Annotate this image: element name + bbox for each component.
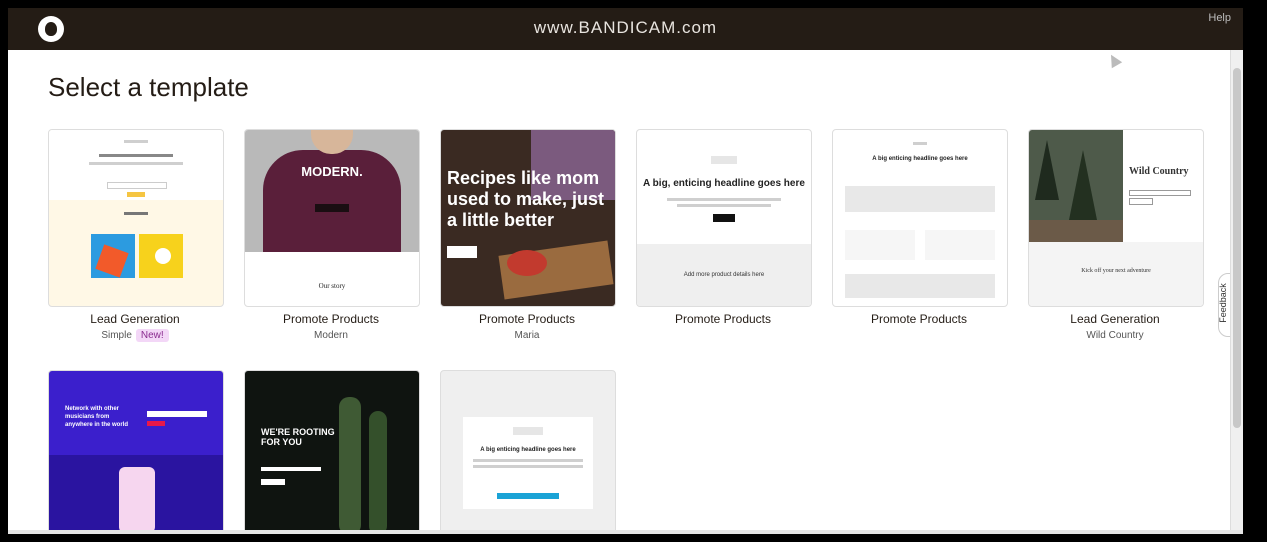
template-title: Promote Products	[282, 312, 380, 326]
scrollbar-thumb[interactable]	[1233, 68, 1241, 428]
template-card-promote-products-headline[interactable]: A big, enticing headline goes here Add m…	[636, 129, 812, 307]
preview-text-bar	[667, 198, 781, 201]
bandicam-watermark: www.BANDICAM.com	[533, 18, 718, 37]
template-card-promote-products-maria[interactable]: Recipes like mom used to make, just a li…	[440, 129, 616, 307]
preview-phone	[119, 467, 155, 533]
preview-button	[147, 421, 165, 426]
template-title: Lead Generation	[1070, 312, 1160, 326]
preview-image-right	[139, 234, 183, 278]
preview-button	[127, 192, 145, 197]
template-title: Promote Products	[674, 312, 772, 326]
preview-footer-block	[845, 274, 995, 298]
preview-input	[1129, 190, 1191, 196]
preview-forest-photo	[1029, 130, 1123, 242]
preview-content-box: A big enticing headline goes here	[463, 417, 593, 509]
preview-button	[1129, 198, 1153, 205]
preview-text-bar	[473, 459, 583, 462]
template-card-promote-products-grid[interactable]: A big enticing headline goes here	[832, 129, 1008, 307]
preview-shop-button	[315, 204, 349, 212]
template-card-lead-generation-wild-country[interactable]: Wild Country Kick off your next adventur…	[1028, 129, 1204, 307]
preview-button	[497, 493, 559, 499]
preview-button	[261, 479, 285, 485]
preview-button	[447, 246, 477, 258]
scrollbar[interactable]	[1230, 50, 1243, 534]
page-title: Select a template	[48, 72, 249, 102]
preview-bottom-section	[1029, 242, 1203, 306]
template-card-rooting-for-you[interactable]: WE'RE ROOTING FOR YOU	[244, 370, 420, 534]
preview-cactus	[339, 397, 361, 534]
preview-product-right	[925, 230, 995, 260]
preview-image	[845, 186, 995, 212]
template-title: Lead Generation	[90, 312, 180, 326]
top-bar: www.BANDICAM.com Help	[8, 8, 1243, 50]
template-card-lead-generation-simple[interactable]	[48, 129, 224, 307]
preview-text-bar	[677, 204, 771, 207]
template-subtitle: Maria	[514, 330, 540, 341]
preview-heading: A big enticing headline goes here	[480, 447, 576, 453]
preview-heading: A big enticing headline goes here	[872, 156, 968, 162]
preview-heading: MODERN.	[301, 164, 363, 179]
new-badge: New!	[135, 329, 169, 342]
mouse-cursor-icon	[1105, 51, 1123, 69]
preview-logo-bar	[711, 156, 737, 164]
preview-cactus-2	[369, 411, 387, 534]
preview-footer: Kick off your next adventure	[1081, 268, 1151, 274]
template-title: Promote Products	[478, 312, 576, 326]
template-subtitle: Wild Country	[1086, 330, 1144, 341]
preview-photo	[245, 130, 419, 252]
template-card-headline-blue-button[interactable]: A big enticing headline goes here	[440, 370, 616, 534]
template-subtitle: Simple New!	[48, 329, 222, 342]
preview-text-bar	[473, 465, 583, 468]
preview-product-left	[845, 230, 915, 260]
preview-footer: Our story	[318, 282, 346, 290]
preview-logo-bar	[124, 140, 148, 143]
preview-heading-bar	[99, 154, 173, 157]
horizontal-scrollbar	[8, 530, 1243, 534]
preview-image-left	[91, 234, 135, 278]
app-window: www.BANDICAM.com Help Select a template …	[8, 8, 1243, 534]
preview-bowl	[507, 250, 547, 276]
preview-logo-bar	[913, 142, 927, 145]
preview-subheading	[124, 212, 148, 215]
subtitle-text: Simple	[101, 330, 132, 341]
template-subtitle: Modern	[314, 330, 348, 341]
help-link[interactable]: Help	[1208, 12, 1231, 24]
preview-heading: Wild Country	[1129, 166, 1189, 177]
preview-button	[713, 214, 735, 222]
preview-input	[107, 182, 167, 189]
template-card-musicians[interactable]: Network with other musicians from anywhe…	[48, 370, 224, 534]
preview-input	[147, 411, 207, 417]
preview-heading: A big, enticing headline goes here	[643, 178, 805, 189]
preview-logo-bar	[513, 427, 543, 435]
feedback-label: Feedback	[1217, 283, 1228, 323]
template-card-promote-products-modern[interactable]: MODERN. Our story	[244, 129, 420, 307]
preview-heading: Network with other musicians from anywhe…	[65, 406, 129, 428]
preview-heading: Recipes like mom used to make, just a li…	[447, 168, 605, 230]
preview-input	[261, 467, 321, 471]
template-title: Promote Products	[870, 312, 968, 326]
preview-heading: WE'RE ROOTING FOR YOU	[261, 427, 335, 447]
preview-text-bar	[89, 162, 183, 165]
preview-footer: Add more product details here	[683, 272, 765, 278]
